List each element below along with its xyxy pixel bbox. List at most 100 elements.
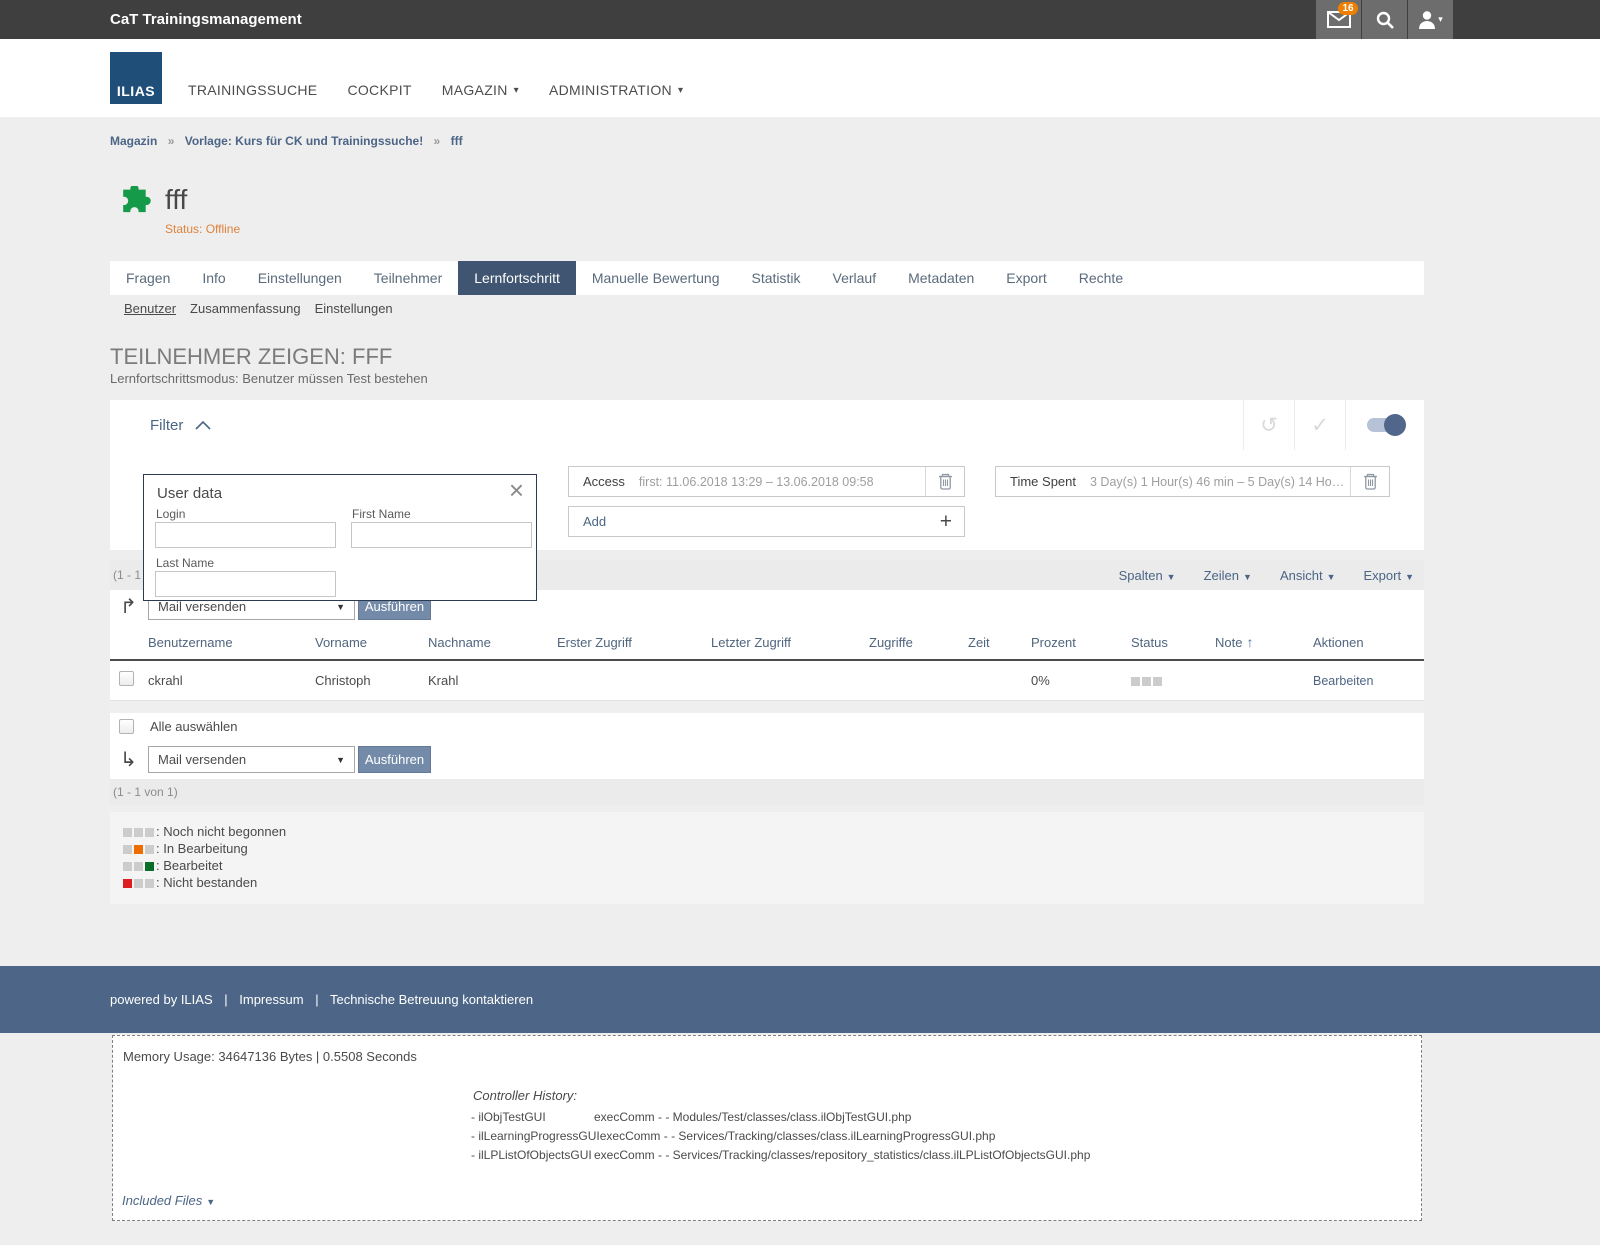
execute-button-bottom[interactable]: Ausführen [358,746,431,773]
chevron-up-icon[interactable] [195,420,211,430]
filter-chip-access[interactable]: Access first: 11.06.2018 13:29 – 13.06.2… [568,466,965,497]
last-name-field[interactable] [155,571,336,597]
col-letzter-zugriff[interactable]: Letzter Zugriff [711,635,869,650]
row-checkbox[interactable] [119,671,134,686]
tab-export[interactable]: Export [990,261,1062,295]
table-action-row-bottom: ↳ Mail versenden ▼ Ausführen [110,739,1424,779]
chevron-down-icon: ▼ [336,602,345,612]
masthead [0,39,1600,117]
tab-info[interactable]: Info [186,261,241,295]
chevron-down-icon: ▼ [1405,572,1414,582]
result-range-bottom: (1 - 1 von 1) [113,785,178,799]
filter-toggle-label[interactable]: Filter [150,417,183,434]
chevron-down-icon: ▼ [1167,572,1176,582]
col-prozent[interactable]: Prozent [1031,635,1131,650]
menu-zeilen[interactable]: Zeilen▼ [1204,568,1252,583]
filter-reset-button[interactable]: ↺ [1243,400,1294,450]
subtab-bar: Benutzer Zusammenfassung Einstellungen [110,301,393,316]
col-erster-zugriff[interactable]: Erster Zugriff [557,635,711,650]
first-name-label: First Name [352,507,411,521]
col-benutzername[interactable]: Benutzername [148,635,315,650]
topbar-buttons: 16 ▾ [1315,0,1453,39]
select-all-label: Alle auswählen [150,719,237,734]
powered-by-link[interactable]: powered by ILIAS [110,992,213,1007]
row-spacer [110,701,1424,713]
breadcrumb-separator: » [434,134,441,148]
col-note[interactable]: Note↑ [1215,634,1313,650]
user-icon [1418,10,1436,30]
filter-apply-button[interactable]: ✓ [1294,400,1345,450]
controller-history-list: - ilObjTestGUIexecComm - - Modules/Test/… [471,1110,1090,1167]
mail-button[interactable]: 16 [1316,0,1361,39]
section-heading: TEILNEHMER ZEIGEN: FFF [110,344,392,370]
chevron-down-icon: ▾ [1438,14,1443,25]
nav-administration[interactable]: ADMINISTRATION▾ [549,82,683,98]
menu-export[interactable]: Export▼ [1364,568,1415,583]
nav-trainingssuche[interactable]: TRAININGSSUCHE [188,82,317,98]
undo-icon: ↺ [1260,413,1278,438]
col-status[interactable]: Status [1131,635,1215,650]
breadcrumb-fff[interactable]: fff [451,134,463,148]
login-field[interactable] [155,522,336,548]
col-zeit[interactable]: Zeit [968,635,1031,650]
first-name-field[interactable] [351,522,532,548]
chevron-down-icon: ▼ [1327,572,1336,582]
app-title: CaT Trainingsmanagement [110,0,302,39]
table-header-row: Benutzername Vorname Nachname Erster Zug… [110,625,1424,661]
filter-actions: ↺ ✓ [1243,400,1424,450]
table-footer-band: (1 - 1 von 1) [110,779,1424,805]
subtab-zusammenfassung[interactable]: Zusammenfassung [190,301,301,316]
nav-cockpit[interactable]: COCKPIT [347,82,411,98]
col-nachname[interactable]: Nachname [428,635,557,650]
col-zugriffe[interactable]: Zugriffe [869,635,968,650]
bearbeiten-link[interactable]: Bearbeiten [1313,674,1424,688]
user-data-popup: User data × Login First Name Last Name [143,474,537,601]
trash-icon[interactable] [925,467,964,496]
select-all-checkbox[interactable] [119,719,134,734]
tab-fragen[interactable]: Fragen [110,261,186,295]
tab-metadaten[interactable]: Metadaten [892,261,990,295]
popup-title: User data [157,485,222,502]
impressum-link[interactable]: Impressum [239,992,303,1007]
chevron-down-icon: ▾ [678,85,683,96]
breadcrumb-magazin[interactable]: Magazin [110,134,157,148]
cell-vorname: Christoph [315,673,428,688]
memory-usage: Memory Usage: 34647136 Bytes | 0.5508 Se… [123,1049,417,1064]
subtab-benutzer[interactable]: Benutzer [124,301,176,316]
close-icon[interactable]: × [509,477,524,503]
filter-header: Filter ↺ ✓ [110,400,1424,450]
menu-ansicht[interactable]: Ansicht▼ [1280,568,1336,583]
controller-history-entry: - ilLPListOfObjectsGUIexecComm - - Servi… [471,1148,1090,1167]
col-vorname[interactable]: Vorname [315,635,428,650]
action-select-bottom[interactable]: Mail versenden ▼ [148,746,355,773]
main-nav: TRAININGSSUCHE COCKPIT MAGAZIN▾ ADMINIST… [188,82,713,98]
filter-chip-time-spent[interactable]: Time Spent 3 Day(s) 1 Hour(s) 46 min – 5… [995,466,1390,497]
support-contact-link[interactable]: Technische Betreuung kontaktieren [330,992,533,1007]
breadcrumb-vorlage[interactable]: Vorlage: Kurs für CK und Trainingssuche! [185,134,423,148]
subtab-einstellungen[interactable]: Einstellungen [315,301,393,316]
ilias-logo[interactable]: ILIAS [110,52,162,104]
tab-statistik[interactable]: Statistik [736,261,817,295]
tab-teilnehmer[interactable]: Teilnehmer [358,261,458,295]
tab-manuelle-bewertung[interactable]: Manuelle Bewertung [576,261,736,295]
tab-verlauf[interactable]: Verlauf [817,261,893,295]
filter-add-button[interactable]: Add + [568,506,965,537]
search-button[interactable] [1362,0,1407,39]
cell-prozent: 0% [1031,673,1131,688]
user-menu-button[interactable]: ▾ [1408,0,1453,39]
tab-lernfortschritt[interactable]: Lernfortschritt [458,261,576,295]
topbar: CaT Trainingsmanagement 16 ▾ [0,0,1600,39]
sort-asc-icon: ↑ [1246,634,1253,650]
menu-spalten[interactable]: Spalten▼ [1119,568,1176,583]
tab-einstellungen[interactable]: Einstellungen [242,261,358,295]
tab-rechte[interactable]: Rechte [1063,261,1139,295]
chevron-down-icon: ▾ [514,85,519,96]
included-files-toggle[interactable]: Included Files▼ [122,1193,215,1208]
last-name-label: Last Name [156,556,214,570]
chevron-down-icon: ▼ [206,1197,215,1207]
nav-magazin[interactable]: MAGAZIN▾ [442,82,519,98]
apply-to-selection-top-icon: ↱ [120,594,137,619]
puzzle-icon [116,186,152,222]
filter-on-toggle[interactable] [1367,418,1403,432]
trash-icon[interactable] [1350,467,1389,496]
